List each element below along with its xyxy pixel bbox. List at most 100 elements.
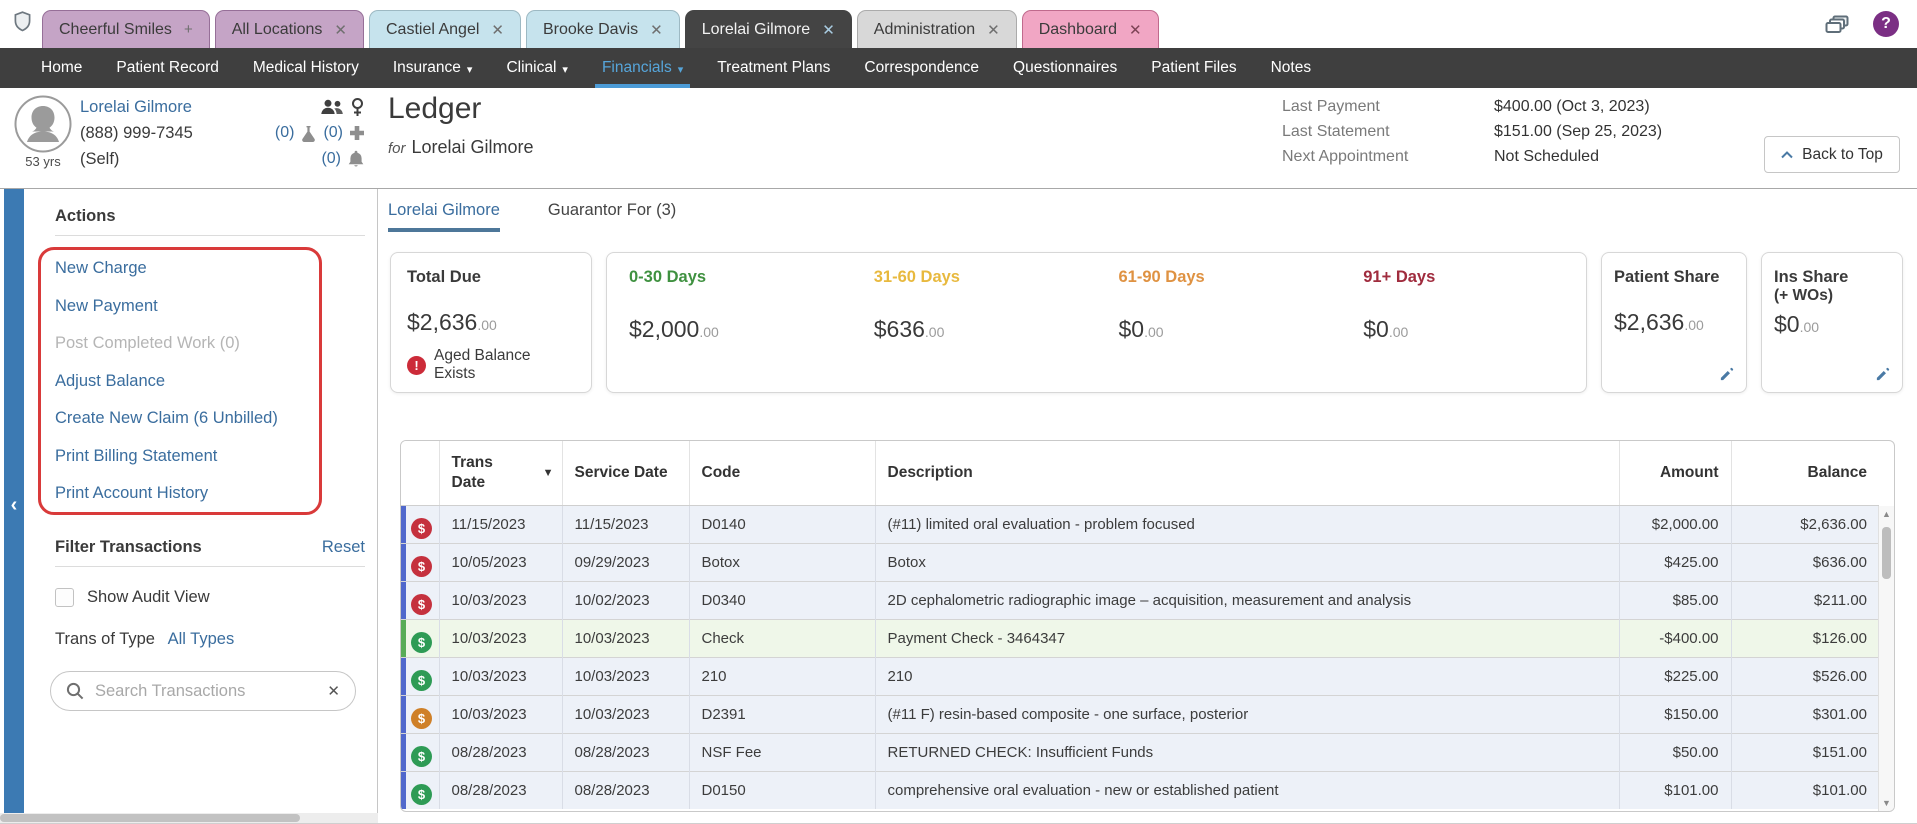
tab-administration[interactable]: Administration ✕ xyxy=(856,10,1017,48)
patient-share-card: Patient Share $2,636.00 xyxy=(1601,252,1747,393)
trans-type-value-link[interactable]: All Types xyxy=(168,630,235,648)
nav-patient-record[interactable]: Patient Record xyxy=(99,48,236,88)
action-new-charge[interactable]: New Charge xyxy=(55,250,278,288)
action-adjust-balance[interactable]: Adjust Balance xyxy=(55,363,278,401)
tab-all-locations[interactable]: All Locations ✕ xyxy=(214,10,364,48)
total-due-card: Total Due $2,636.00 ! Aged Balance Exist… xyxy=(390,252,592,393)
show-audit-view-checkbox[interactable] xyxy=(55,588,74,607)
dollar-icon: $ xyxy=(411,593,432,615)
aging-bucket-0-30: 0-30 Days $2,000.00 xyxy=(607,268,852,377)
chevron-down-icon: ▾ xyxy=(466,64,473,76)
tab-guarantor-for[interactable]: Guarantor For (3) xyxy=(548,201,676,232)
ins-share-amount: $0.00 xyxy=(1774,311,1820,337)
close-icon[interactable]: ✕ xyxy=(822,21,835,39)
action-print-account-history[interactable]: Print Account History xyxy=(55,475,278,513)
col-amount[interactable]: Amount xyxy=(1619,441,1732,506)
patient-summary: Lorelai Gilmore (888) 999-7345 (Self) xyxy=(80,94,193,172)
nav-notes[interactable]: Notes xyxy=(1254,48,1329,88)
tabbar-right-icons: ? xyxy=(1825,11,1899,37)
female-icon xyxy=(351,97,364,117)
nav-clinical[interactable]: Clinical ▾ xyxy=(489,48,585,88)
action-new-payment[interactable]: New Payment xyxy=(55,288,278,326)
stat-label: Last Statement xyxy=(1282,123,1390,140)
col-service-date[interactable]: Service Date xyxy=(562,441,690,506)
stat-label: Next Appointment xyxy=(1282,148,1409,165)
dollar-icon: $ xyxy=(411,631,432,653)
close-icon[interactable]: ✕ xyxy=(334,21,347,39)
table-row[interactable]: $ 10/03/2023 10/02/2023 D0340 2D cephalomet… xyxy=(401,580,1879,619)
tab-lorelai-gilmore-active[interactable]: Lorelai Gilmore ✕ xyxy=(684,10,852,48)
dollar-icon: $ xyxy=(411,783,432,805)
col-code[interactable]: Code xyxy=(689,441,876,506)
action-post-completed-work: Post Completed Work (0) xyxy=(55,334,240,353)
nav-treatment-plans[interactable]: Treatment Plans xyxy=(700,48,847,88)
alerts-count[interactable]: (0) xyxy=(321,150,341,168)
col-trans-date-sort[interactable]: Trans Date ▼ xyxy=(439,441,563,506)
nav-questionnaires[interactable]: Questionnaires xyxy=(996,48,1134,88)
horizontal-scrollbar-thumb[interactable] xyxy=(0,814,300,822)
table-row[interactable]: $ 11/15/2023 11/15/2023 D0140 (#11) limited… xyxy=(401,504,1879,543)
balance-cards: Total Due $2,636.00 ! Aged Balance Exist… xyxy=(390,252,1903,393)
medical-conditions-count[interactable]: (0) xyxy=(323,124,343,142)
scroll-up-icon[interactable]: ▲ xyxy=(1879,509,1894,519)
scroll-down-icon[interactable]: ▼ xyxy=(1879,798,1894,808)
filter-reset-link[interactable]: Reset xyxy=(322,538,365,557)
sort-desc-icon[interactable]: ▼ xyxy=(543,467,554,479)
nav-patient-files[interactable]: Patient Files xyxy=(1134,48,1253,88)
table-row[interactable]: $ 08/28/2023 08/28/2023 NSF Fee RETURNED CH… xyxy=(401,732,1879,771)
action-create-new-claim[interactable]: Create New Claim (6 Unbilled) xyxy=(55,400,278,438)
row-type-strip xyxy=(401,772,406,809)
patient-avatar[interactable]: 53 yrs xyxy=(14,95,72,169)
transaction-search: ✕ xyxy=(50,671,356,711)
edit-pencil-icon[interactable] xyxy=(1719,367,1734,382)
scrollbar-thumb[interactable] xyxy=(1882,527,1891,579)
tab-label: All Locations xyxy=(231,20,323,38)
patient-status-icons: (0) (0) (0) xyxy=(244,94,364,172)
tab-castiel-angel[interactable]: Castiel Angel ✕ xyxy=(369,10,521,48)
table-row[interactable]: $ 08/28/2023 08/28/2023 D0150 comprehensive… xyxy=(401,770,1879,809)
nav-medical-history[interactable]: Medical History xyxy=(236,48,376,88)
close-icon[interactable]: ✕ xyxy=(491,21,504,39)
table-scrollbar[interactable]: ▲ ▼ xyxy=(1878,506,1894,811)
ins-share-card: Ins Share (+ WOs) $0.00 xyxy=(1761,252,1903,393)
filter-title: Filter Transactions xyxy=(55,538,202,556)
action-print-billing-statement[interactable]: Print Billing Statement xyxy=(55,438,278,476)
sidebar-collapse-bar[interactable]: ‹ xyxy=(4,189,24,813)
row-type-strip xyxy=(401,620,406,657)
nav-insurance[interactable]: Insurance ▾ xyxy=(376,48,490,88)
tab-dashboard[interactable]: Dashboard ✕ xyxy=(1021,10,1159,48)
patient-age: 53 yrs xyxy=(25,154,61,169)
close-icon[interactable]: ✕ xyxy=(1129,21,1142,39)
search-input[interactable] xyxy=(93,680,319,702)
back-to-top-button[interactable]: Back to Top xyxy=(1764,136,1900,173)
table-row[interactable]: $ 10/03/2023 10/03/2023 210 210 $225.00 $526.… xyxy=(401,656,1879,695)
clear-search-icon[interactable]: ✕ xyxy=(327,682,340,700)
col-description[interactable]: Description xyxy=(875,441,1620,506)
add-tab-icon[interactable]: + xyxy=(184,21,193,38)
chevron-left-icon[interactable]: ‹ xyxy=(4,494,24,517)
table-row-payment[interactable]: $ 10/03/2023 10/03/2023 Check Payment Check… xyxy=(401,618,1879,657)
help-icon[interactable]: ? xyxy=(1873,11,1899,37)
tab-label: Brooke Davis xyxy=(542,20,639,38)
row-type-strip xyxy=(401,506,406,543)
close-icon[interactable]: ✕ xyxy=(650,21,663,39)
nav-financials-active[interactable]: Financials ▾ xyxy=(585,48,700,88)
window-restore-icon[interactable] xyxy=(1825,15,1849,34)
horizontal-scrollbar[interactable] xyxy=(0,813,378,823)
content-area: ‹ Actions New Charge New Payment Post Co… xyxy=(0,189,1917,823)
tab-brooke-davis[interactable]: Brooke Davis ✕ xyxy=(525,10,680,48)
warning-icon: ! xyxy=(407,355,426,375)
close-icon[interactable]: ✕ xyxy=(987,21,1000,39)
table-row[interactable]: $ 10/05/2023 09/29/2023 Botox Botox $425.00 $… xyxy=(401,542,1879,581)
nav-correspondence[interactable]: Correspondence xyxy=(847,48,996,88)
edit-pencil-icon[interactable] xyxy=(1875,367,1890,382)
table-row[interactable]: $ 10/03/2023 10/03/2023 D2391 (#11 F) resin… xyxy=(401,694,1879,733)
patient-name-link[interactable]: Lorelai Gilmore xyxy=(80,94,193,120)
nav-home[interactable]: Home xyxy=(24,48,99,88)
tab-patient-ledger[interactable]: Lorelai Gilmore xyxy=(388,201,500,232)
window-tab-bar: Cheerful Smiles + All Locations ✕ Castie… xyxy=(0,0,1917,48)
col-balance[interactable]: Balance xyxy=(1731,441,1879,506)
aging-amount: $2,000.00 xyxy=(629,316,719,342)
tab-cheerful-smiles[interactable]: Cheerful Smiles + xyxy=(42,10,210,48)
lab-cases-count[interactable]: (0) xyxy=(275,124,295,142)
